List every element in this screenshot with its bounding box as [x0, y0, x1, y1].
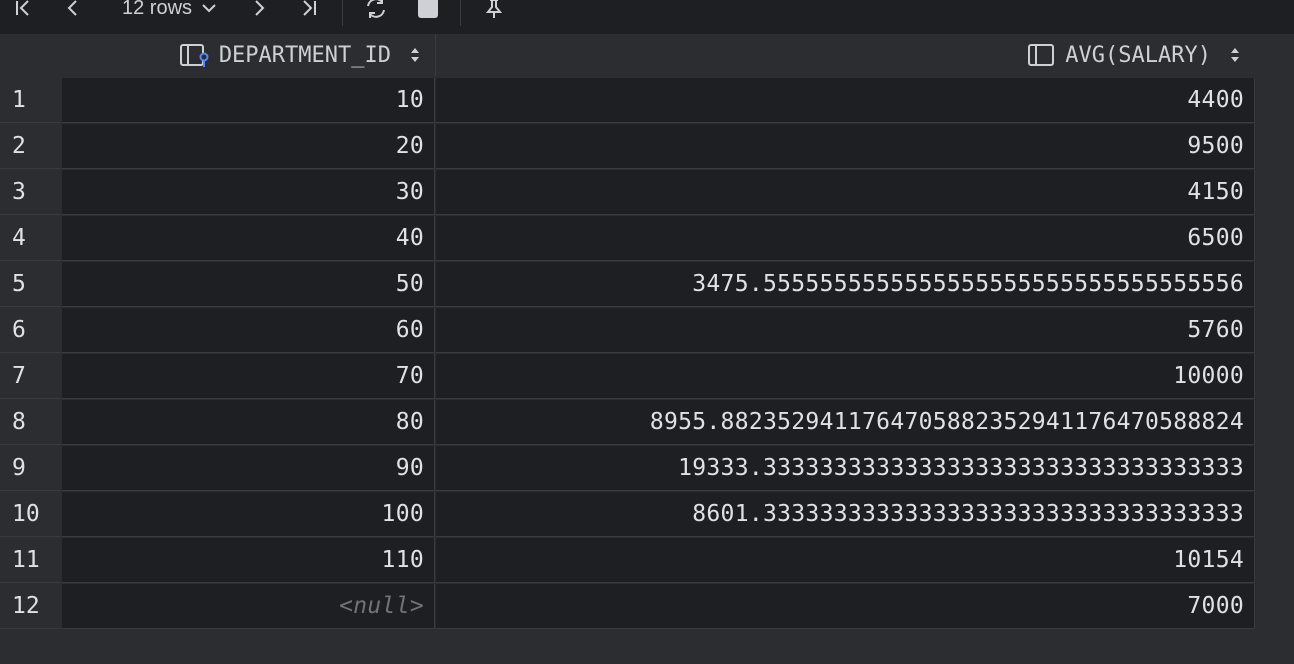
- department-id-cell[interactable]: 100: [62, 492, 435, 537]
- column-icon: [1028, 44, 1055, 66]
- refresh-icon: [367, 0, 385, 18]
- department-id-cell[interactable]: 60: [62, 308, 435, 353]
- row-number[interactable]: 2: [0, 124, 61, 169]
- department-id-cell[interactable]: 50: [62, 262, 435, 307]
- table-row[interactable]: 9 90 19333.33333333333333333333333333333…: [0, 446, 1256, 492]
- department-id-cell[interactable]: 70: [62, 354, 435, 399]
- row-number[interactable]: 9: [0, 446, 61, 491]
- result-toolbar: 12 rows: [0, 0, 1294, 34]
- sort-icon[interactable]: [409, 45, 421, 65]
- stop-icon: [418, 0, 438, 18]
- toolbar-separator: [460, 0, 461, 26]
- grid-empty-area: [0, 630, 1294, 664]
- page-size-dropdown[interactable]: 12 rows: [112, 0, 228, 24]
- table-row[interactable]: 1 10 4400: [0, 78, 1256, 124]
- column-header-avg-salary[interactable]: AVG(SALARY): [436, 34, 1255, 76]
- row-number[interactable]: 1: [0, 78, 61, 123]
- avg-salary-cell[interactable]: 8601.3333333333333333333333333333333333: [436, 492, 1255, 537]
- last-page-button[interactable]: [294, 0, 324, 24]
- table-row[interactable]: 4 40 6500: [0, 216, 1256, 262]
- row-number[interactable]: 11: [0, 538, 61, 583]
- grid-header: DEPARTMENT_ID AVG(SALARY): [0, 34, 1256, 76]
- department-id-cell[interactable]: 80: [62, 400, 435, 445]
- row-number[interactable]: 10: [0, 492, 61, 537]
- avg-salary-cell[interactable]: 3475.5555555555555555555555555555555556: [436, 262, 1255, 307]
- refresh-button[interactable]: [358, 0, 394, 24]
- table-row[interactable]: 11 110 10154: [0, 538, 1256, 584]
- avg-salary-cell[interactable]: 5760: [436, 308, 1255, 353]
- avg-salary-cell[interactable]: 8955.88235294117647058823529411764705888…: [436, 400, 1255, 445]
- next-page-button[interactable]: [244, 0, 274, 24]
- column-key-icon: [179, 44, 209, 67]
- chevron-right-icon: [255, 0, 265, 16]
- avg-salary-cell[interactable]: 4400: [436, 78, 1255, 123]
- avg-salary-cell[interactable]: 7000: [436, 584, 1255, 629]
- first-page-button[interactable]: [8, 0, 38, 24]
- row-number[interactable]: 5: [0, 262, 61, 307]
- row-number[interactable]: 4: [0, 216, 61, 261]
- department-id-cell[interactable]: 110: [62, 538, 435, 583]
- department-id-cell[interactable]: 90: [62, 446, 435, 491]
- avg-salary-cell[interactable]: 9500: [436, 124, 1255, 169]
- sort-icon[interactable]: [1229, 45, 1241, 65]
- table-row[interactable]: 5 50 3475.555555555555555555555555555555…: [0, 262, 1256, 308]
- stop-button[interactable]: [412, 0, 444, 24]
- department-id-cell[interactable]: <null>: [62, 584, 435, 629]
- toolbar-separator: [342, 0, 343, 26]
- column-label: DEPARTMENT_ID: [218, 42, 391, 68]
- pin-icon: [485, 0, 503, 18]
- department-id-cell[interactable]: 40: [62, 216, 435, 261]
- table-row[interactable]: 7 70 10000: [0, 354, 1256, 400]
- column-header-department-id[interactable]: DEPARTMENT_ID: [62, 34, 436, 76]
- department-id-cell[interactable]: 20: [62, 124, 435, 169]
- department-id-cell[interactable]: 30: [62, 170, 435, 215]
- row-number[interactable]: 12: [0, 584, 61, 629]
- table-row[interactable]: 2 20 9500: [0, 124, 1256, 170]
- chevron-left-icon: [67, 0, 77, 16]
- table-row[interactable]: 10 100 8601.3333333333333333333333333333…: [0, 492, 1256, 538]
- last-page-icon: [303, 0, 316, 16]
- department-id-cell[interactable]: 10: [62, 78, 435, 123]
- table-row[interactable]: 12 <null> 7000: [0, 584, 1256, 630]
- row-number[interactable]: 7: [0, 354, 61, 399]
- row-number[interactable]: 8: [0, 400, 61, 445]
- first-page-icon: [16, 0, 29, 16]
- previous-page-button[interactable]: [58, 0, 88, 24]
- table-row[interactable]: 3 30 4150: [0, 170, 1256, 216]
- table-row[interactable]: 8 80 8955.882352941176470588235294117647…: [0, 400, 1256, 446]
- pin-tab-button[interactable]: [478, 0, 510, 24]
- row-number[interactable]: 6: [0, 308, 61, 353]
- avg-salary-cell[interactable]: 10154: [436, 538, 1255, 583]
- column-label: AVG(SALARY): [1065, 42, 1211, 68]
- avg-salary-cell[interactable]: 10000: [436, 354, 1255, 399]
- table-row[interactable]: 6 60 5760: [0, 308, 1256, 354]
- row-number[interactable]: 3: [0, 170, 61, 215]
- avg-salary-cell[interactable]: 6500: [436, 216, 1255, 261]
- rows-count-label: 12 rows: [121, 0, 193, 19]
- chevron-down-icon: [202, 4, 216, 13]
- avg-salary-cell[interactable]: 19333.3333333333333333333333333333333333: [436, 446, 1255, 491]
- avg-salary-cell[interactable]: 4150: [436, 170, 1255, 215]
